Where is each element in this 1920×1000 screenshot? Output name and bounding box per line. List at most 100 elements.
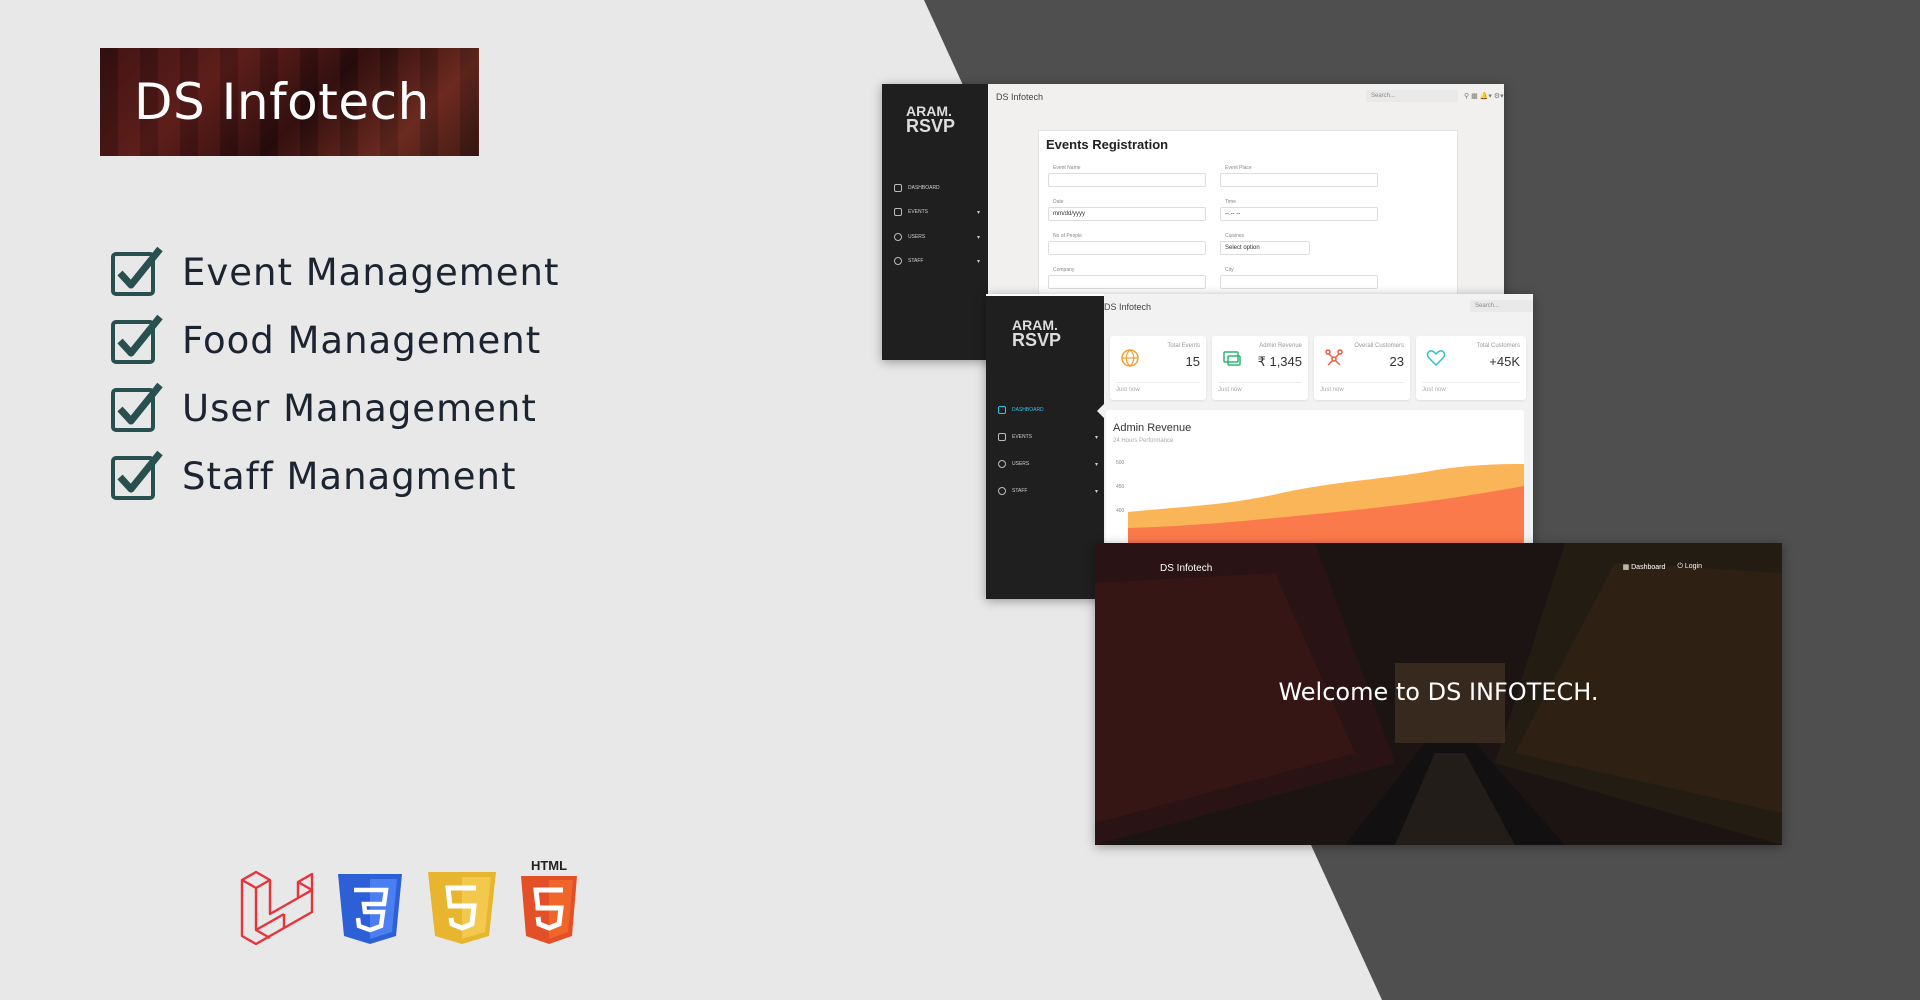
sidebar-item-users[interactable]: Users ▾	[894, 233, 980, 241]
sidebar-item-dashboard[interactable]: Dashboard	[894, 184, 980, 192]
login-icon: ⏻	[1677, 563, 1685, 570]
logo-text: DS Infotech	[134, 73, 430, 131]
stat-value: +45K	[1489, 354, 1520, 369]
feature-item: Event Management	[110, 238, 560, 306]
network-icon	[1325, 349, 1343, 366]
nav-dashboard-link[interactable]: ▦ Dashboard	[1623, 563, 1666, 571]
dashboard-icon: ▦	[1622, 564, 1632, 571]
stat-value: ₹ 1,345	[1257, 354, 1302, 369]
field-label: Event Place	[1225, 165, 1252, 171]
city-input[interactable]	[1220, 275, 1378, 289]
company-logo: DS Infotech	[100, 48, 479, 156]
caret-down-icon: ▾	[1094, 488, 1098, 495]
stat-value: 23	[1389, 354, 1404, 369]
stat-footer: Just now	[1320, 382, 1404, 393]
field-label: No of People	[1053, 233, 1082, 239]
stat-footer: Just now	[1422, 382, 1520, 393]
feature-label: Staff Managment	[182, 454, 517, 498]
bank-icon	[894, 184, 902, 192]
sidebar-item-staff[interactable]: Staff ▾	[998, 487, 1098, 495]
event-name-input[interactable]	[1048, 173, 1206, 187]
stat-footer: Just now	[1116, 382, 1200, 393]
form-heading: Events Registration	[1046, 137, 1169, 152]
checkbox-checked-icon	[111, 314, 163, 364]
cuisines-select[interactable]: Select option	[1220, 241, 1310, 255]
sidebar-item-events[interactable]: Events ▾	[998, 433, 1098, 441]
company-input[interactable]	[1048, 275, 1206, 289]
user-icon	[998, 487, 1006, 495]
globe-icon	[1121, 349, 1139, 367]
stat-label: Total Customers	[1476, 343, 1520, 349]
caret-down-icon: ▾	[976, 234, 980, 241]
heart-icon	[1426, 350, 1446, 367]
landing-brand[interactable]: DS Infotech	[1160, 563, 1212, 574]
app-title: DS Infotech	[1104, 302, 1152, 312]
caret-down-icon: ▾	[976, 258, 980, 265]
date-input[interactable]: mm/dd/yyyy	[1048, 207, 1206, 221]
field-label: Company	[1053, 267, 1075, 273]
feature-list: Event Management Food Management User Ma…	[110, 238, 560, 510]
sidebar-brand-logo: ARAM. RSVP	[1012, 317, 1062, 350]
top-bar: DS Infotech Search... ⚲ ▦ 🔔▾ ⚙▾	[988, 84, 1504, 108]
stat-label: Overall Customers	[1354, 343, 1404, 349]
feature-label: Food Management	[182, 318, 542, 362]
field-label: Event Name	[1053, 165, 1081, 171]
stat-card: Overall Customers 23 Just now	[1314, 336, 1410, 400]
stat-value: 15	[1185, 354, 1200, 369]
sidebar-item-events[interactable]: Events ▾	[894, 208, 980, 216]
feature-item: User Management	[110, 374, 560, 442]
bank-icon	[998, 406, 1006, 414]
time-input[interactable]: --:-- --	[1220, 207, 1378, 221]
field-label: City	[1225, 267, 1234, 273]
search-input[interactable]: Search...	[1470, 300, 1533, 312]
landing-nav: ▦ Dashboard ⏻ Login	[1623, 563, 1702, 571]
caret-down-icon: ▾	[1094, 434, 1098, 441]
field-label: Time	[1225, 199, 1236, 205]
html-label: HTML	[531, 858, 567, 873]
stat-footer: Just now	[1218, 382, 1302, 393]
sidebar-brand-logo: ARAM. RSVP	[906, 103, 956, 136]
field-label: Cuisines	[1225, 233, 1245, 239]
caret-down-icon: ▾	[1094, 461, 1098, 468]
caret-down-icon: ▾	[976, 209, 980, 216]
tech-stack: HTML	[238, 858, 580, 948]
sidebar-item-dashboard[interactable]: Dashboard	[998, 406, 1098, 414]
app-title: DS Infotech	[996, 92, 1044, 102]
welcome-heading: Welcome to DS INFOTECH.	[1278, 678, 1599, 706]
sidebar: ARAM. RSVP Dashboard Events ▾ Users ▾ Staff…	[986, 294, 1104, 599]
sidebar-item-users[interactable]: Users ▾	[998, 460, 1098, 468]
laravel-icon	[240, 870, 314, 946]
user-icon	[998, 460, 1006, 468]
checkbox-checked-icon	[111, 246, 163, 296]
box-icon	[894, 208, 902, 216]
feature-item: Food Management	[110, 306, 560, 374]
stat-card: Total Customers +45K Just now	[1416, 336, 1526, 400]
user-icon	[894, 257, 902, 265]
box-icon	[998, 433, 1006, 441]
sidebar: ARAM. RSVP Dashboard Events ▾ Users ▾ Staff…	[882, 84, 988, 360]
stat-label: Admin Revenue	[1259, 343, 1302, 349]
javascript-icon	[428, 872, 496, 944]
event-place-input[interactable]	[1220, 173, 1378, 187]
html5-icon: HTML	[521, 858, 577, 944]
sidebar-item-staff[interactable]: Staff ▾	[894, 257, 980, 265]
stat-card: Admin Revenue ₹ 1,345 Just now	[1212, 336, 1308, 400]
active-indicator	[1097, 404, 1104, 418]
landing-page-screenshot: DS Infotech ▦ Dashboard ⏻ Login Welcome …	[1095, 543, 1782, 845]
css3-icon	[338, 874, 402, 944]
people-input[interactable]	[1048, 241, 1206, 255]
feature-label: User Management	[182, 386, 537, 430]
user-icon	[894, 233, 902, 241]
stat-card: Total Events 15 Just now	[1110, 336, 1206, 400]
search-input[interactable]: Search...	[1366, 90, 1458, 102]
stat-label: Total Events	[1167, 343, 1200, 349]
field-label: Date	[1053, 199, 1064, 205]
checkbox-checked-icon	[111, 450, 163, 500]
checkbox-checked-icon	[111, 382, 163, 432]
nav-login-link[interactable]: ⏻ Login	[1677, 563, 1702, 571]
top-bar: DS Infotech Search... ⚲ ▦ 🔔▾ ⚙▾	[1104, 294, 1533, 318]
money-icon	[1223, 351, 1241, 366]
feature-label: Event Management	[182, 250, 560, 294]
toolbar-icons[interactable]: ⚲ ▦ 🔔▾ ⚙▾	[1464, 92, 1504, 100]
feature-item: Staff Managment	[110, 442, 560, 510]
